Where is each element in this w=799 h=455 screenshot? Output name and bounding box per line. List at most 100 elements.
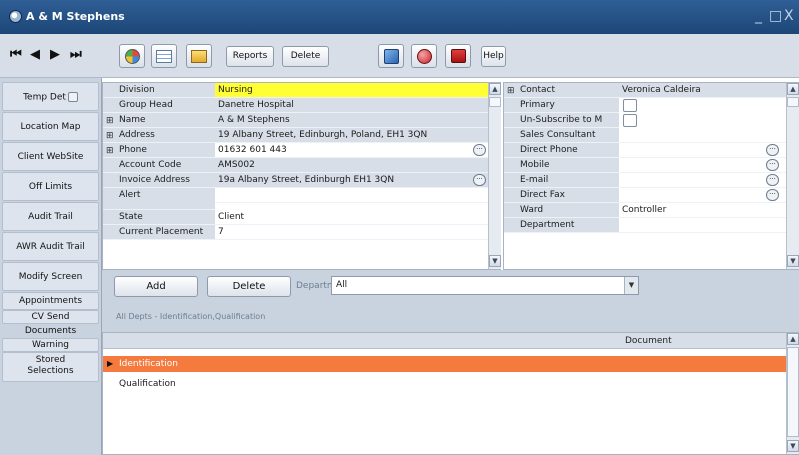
nav-off-limits[interactable]: Off Limits	[2, 172, 99, 201]
ward-field[interactable]: Controller	[619, 203, 786, 218]
nav-cv-send[interactable]: CV Send	[2, 310, 99, 324]
delete-record-icon[interactable]	[445, 44, 471, 68]
details-scrollbar[interactable]: ▲ ▼	[488, 83, 501, 269]
contacts-scrollbar[interactable]: ▲ ▼	[786, 83, 799, 269]
sales-consultant-field[interactable]	[619, 128, 786, 143]
field-label: Ward	[504, 203, 619, 218]
reports-button[interactable]: Reports	[226, 46, 274, 67]
details-grid: Division Nursing Group Head Danetre Hosp…	[102, 82, 501, 270]
previous-record-icon[interactable]: ◀	[30, 48, 40, 62]
division-field[interactable]: Nursing	[215, 83, 489, 98]
field-label: ⊞ Phone	[103, 143, 215, 158]
mobile-field[interactable]	[619, 158, 786, 173]
globe-icon[interactable]	[411, 44, 437, 68]
invoice-address-field[interactable]: 19a Albany Street, Edinburgh EH1 3QN	[215, 173, 489, 188]
note-icon[interactable]	[186, 44, 212, 68]
field-label: Department	[504, 218, 619, 233]
delete-document-button[interactable]: Delete	[207, 276, 291, 297]
nav-warning[interactable]: Warning	[2, 338, 99, 352]
nav-temp-det[interactable]: Temp Det	[2, 82, 99, 111]
last-record-icon[interactable]: ⏭	[70, 48, 82, 62]
field-label: ⊞ Name	[103, 113, 215, 128]
nav-location-map[interactable]: Location Map	[2, 112, 99, 141]
expand-icon[interactable]: ⊞	[106, 129, 114, 142]
title-bar: A & M Stephens _ □ X	[0, 0, 799, 34]
nav-appointments[interactable]: Appointments	[2, 292, 99, 310]
alert-field[interactable]	[215, 188, 489, 203]
document-column-header[interactable]: Document	[625, 336, 672, 346]
field-label: Group Head	[103, 98, 215, 113]
contacts-grid: ⊞ Contact Veronica Caldeira Primary Un-Su…	[503, 82, 799, 270]
next-record-icon[interactable]: ▶	[50, 48, 60, 62]
nav-stored-selections[interactable]: Stored Selections	[2, 352, 99, 382]
field-label: Invoice Address	[103, 173, 215, 188]
department-field[interactable]	[619, 218, 786, 233]
direct-phone-field[interactable]	[619, 143, 786, 158]
help-button[interactable]: Help	[481, 46, 506, 67]
documents-scrollbar[interactable]: ▲ ▼	[786, 333, 799, 454]
scroll-down-icon[interactable]: ▼	[787, 255, 799, 267]
chevron-down-icon[interactable]: ▼	[624, 277, 638, 294]
delete-button[interactable]: Delete	[282, 46, 329, 67]
first-record-icon[interactable]: ⏮	[10, 48, 22, 62]
document-label: Identification	[119, 359, 179, 369]
refresh-icon[interactable]	[119, 44, 145, 68]
maximize-button[interactable]: □	[769, 8, 782, 24]
pin-icon[interactable]	[67, 92, 78, 102]
documents-header[interactable]: Document	[103, 333, 786, 349]
direct-fax-field[interactable]	[619, 188, 786, 203]
ellipsis-button[interactable]: ···	[766, 174, 779, 186]
unsubscribe-checkbox[interactable]	[623, 114, 637, 127]
address-field[interactable]: 19 Albany Street, Edinburgh, Poland, EH1…	[215, 128, 489, 143]
ellipsis-button[interactable]: ···	[473, 144, 486, 156]
ellipsis-button[interactable]: ···	[766, 144, 779, 156]
field-label: Direct Fax	[504, 188, 619, 203]
expand-icon[interactable]: ⊞	[106, 144, 114, 157]
nav-audit-trail[interactable]: Audit Trail	[2, 202, 99, 231]
nav-client-website[interactable]: Client WebSite	[2, 142, 99, 171]
department-select[interactable]: All ▼	[331, 276, 639, 295]
ellipsis-button[interactable]: ···	[766, 159, 779, 171]
field-label: E-mail	[504, 173, 619, 188]
scroll-thumb[interactable]	[787, 97, 799, 107]
add-button[interactable]: Add	[114, 276, 198, 297]
name-field[interactable]: A & M Stephens	[215, 113, 489, 128]
account-code-field[interactable]: AMS002	[215, 158, 489, 173]
state-field[interactable]: Client	[215, 210, 489, 225]
grid-view-icon[interactable]	[151, 44, 177, 68]
field-label: Alert	[103, 188, 215, 210]
nav-documents[interactable]: Documents	[2, 324, 99, 338]
scroll-down-icon[interactable]: ▼	[489, 255, 501, 267]
scroll-up-icon[interactable]: ▲	[787, 83, 799, 95]
ellipsis-button[interactable]: ···	[473, 174, 486, 186]
document-row[interactable]: ▶ Identification	[103, 356, 786, 372]
nav-modify-screen[interactable]: Modify Screen	[2, 262, 99, 291]
scroll-up-icon[interactable]: ▲	[787, 333, 799, 345]
row-pointer-icon: ▶	[107, 359, 114, 368]
field-label: Un-Subscribe to M	[504, 113, 619, 128]
phone-field[interactable]: 01632 601 443	[215, 143, 489, 158]
scroll-down-icon[interactable]: ▼	[787, 440, 799, 452]
field-label: Current Placement	[103, 225, 215, 240]
ellipsis-button[interactable]: ···	[766, 189, 779, 201]
field-label: Primary	[504, 98, 619, 113]
email-field[interactable]	[619, 173, 786, 188]
current-placement-field[interactable]: 7	[215, 225, 489, 240]
field-label: Sales Consultant	[504, 128, 619, 143]
contact-field[interactable]: Veronica Caldeira	[619, 83, 786, 98]
expand-icon[interactable]: ⊞	[507, 84, 515, 97]
nav-awr-audit-trail[interactable]: AWR Audit Trail	[2, 232, 99, 261]
minimize-button[interactable]: _	[755, 8, 762, 24]
expand-icon[interactable]: ⊞	[106, 114, 114, 127]
group-head-field[interactable]: Danetre Hospital	[215, 98, 489, 113]
scroll-up-icon[interactable]: ▲	[489, 83, 501, 95]
scroll-thumb[interactable]	[489, 97, 501, 107]
primary-checkbox[interactable]	[623, 99, 637, 112]
document-row[interactable]: Qualification	[103, 376, 786, 392]
window-title: A & M Stephens	[26, 10, 125, 23]
field-label: Account Code	[103, 158, 215, 173]
scroll-thumb[interactable]	[787, 347, 799, 437]
phone-icon[interactable]	[378, 44, 404, 68]
field-label: Division	[103, 83, 215, 98]
close-button[interactable]: X	[784, 8, 794, 24]
